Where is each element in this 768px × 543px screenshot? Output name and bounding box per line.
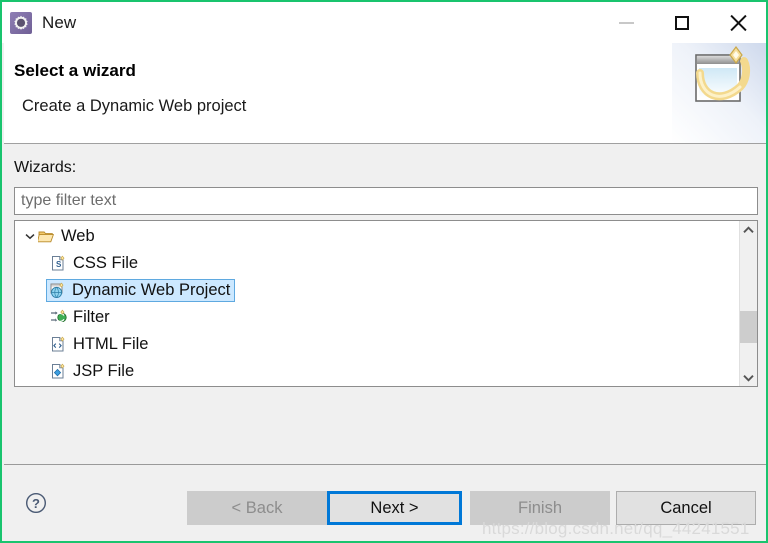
tree-item-html-file[interactable]: HTML File [15,331,739,358]
back-button[interactable]: < Back [187,491,327,525]
cancel-button[interactable]: Cancel [616,491,756,525]
tree-item-hit-area[interactable]: Dynamic Web Project [46,279,236,302]
scroll-up-button[interactable] [740,221,757,238]
tree-item-label: Filter [73,308,110,326]
maximize-button[interactable] [654,2,710,43]
wizard-banner-image [672,43,766,143]
tree-item-dynamic-web-project[interactable]: Dynamic Web Project [15,277,739,304]
tree-item-jsp-file[interactable]: JSP File [15,358,739,385]
minimize-icon [618,21,634,24]
tree-item-hit-area[interactable]: Filter [49,306,111,329]
gear-glyph [14,15,28,30]
wizard-tree-list[interactable]: Web S CSS File Dynamic Web Project Filter HTM… [15,221,739,386]
wizard-tree: Web S CSS File Dynamic Web Project Filter HTM… [14,220,758,387]
page-title: Select a wizard [14,61,136,80]
dialog-footer: ? < Back Next > Finish Cancel [4,464,766,541]
wizard-gear-icon [10,11,32,34]
help-question-icon[interactable]: ? [25,492,47,514]
new-wizard-dialog: New Select a wizard Create a Dynamic Web… [0,0,768,543]
finish-button[interactable]: Finish [470,491,610,525]
window-controls [598,2,766,43]
close-button[interactable] [710,2,766,43]
filter-input[interactable] [14,187,758,215]
css-file-icon: S [52,255,65,271]
scrollbar-thumb[interactable] [740,311,757,343]
folder-open-icon [36,231,55,243]
maximize-icon [675,15,689,30]
chevron-down-icon [743,374,754,382]
html-file-icon [50,336,67,353]
dynamic-web-project-icon [49,282,66,299]
dynamic-web-project-icon [50,282,64,298]
folder-open-icon [36,228,55,245]
tree-item-web[interactable]: Web [15,223,739,250]
filter-icon [50,309,67,326]
chevron-down-icon[interactable] [22,229,38,245]
tree-item-label: JSP File [73,362,135,380]
wizards-label: Wizards: [14,159,77,176]
css-file-icon: S [50,255,67,272]
tree-item-hit-area[interactable]: HTML File [49,333,149,356]
dialog-header: Select a wizard Create a Dynamic Web pro… [4,43,766,144]
tree-scrollbar[interactable] [739,221,757,386]
window-title: New [42,12,77,32]
chevron-up-icon [743,225,754,233]
tree-item-label: Dynamic Web Project [72,281,231,299]
tree-item-hit-area[interactable]: S CSS File [49,252,139,275]
svg-text:?: ? [32,496,40,511]
svg-text:S: S [56,260,62,269]
tree-item-label: CSS File [73,254,139,272]
tree-item-hit-area[interactable]: JSP File [49,360,135,383]
page-description: Create a Dynamic Web project [22,97,247,115]
jsp-file-icon [50,363,67,380]
next-button[interactable]: Next > [327,491,462,525]
close-icon [729,14,747,32]
tree-item-label: HTML File [73,335,149,353]
title-bar: New [2,2,766,43]
jsp-file-icon [52,363,65,379]
tree-item-hit-area[interactable]: Web [21,225,96,248]
filter-icon [51,309,67,323]
tree-item-label: Web [61,227,95,245]
tree-item-css-file[interactable]: S CSS File [15,250,739,277]
dialog-body: Wizards: Web S CSS File Dynamic Web Project… [4,145,766,464]
tree-item-filter[interactable]: Filter [15,304,739,331]
minimize-button[interactable] [598,2,654,43]
scroll-down-button[interactable] [740,369,757,386]
html-file-icon [52,336,65,352]
